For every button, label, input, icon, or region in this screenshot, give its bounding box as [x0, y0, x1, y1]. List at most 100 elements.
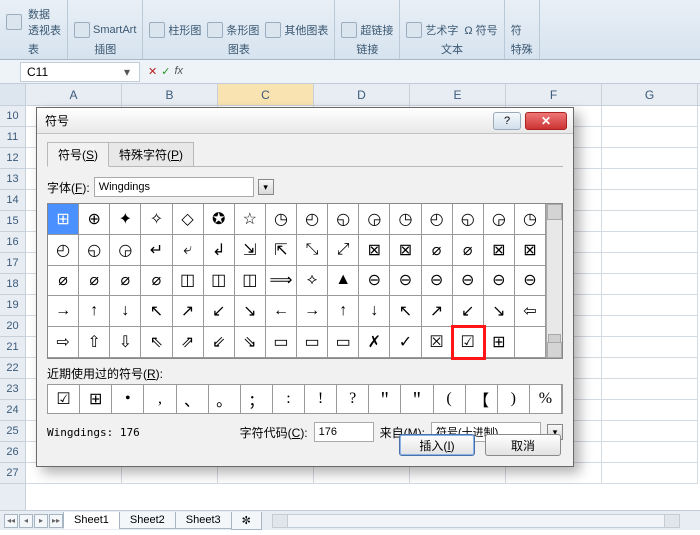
char-cell[interactable]: ⟹ — [266, 266, 297, 297]
name-box[interactable]: C11 ▾ — [20, 62, 140, 82]
tab-special-chars[interactable]: 特殊字符(P) — [108, 142, 194, 167]
row-header[interactable]: 17 — [0, 253, 25, 274]
row-header[interactable]: 21 — [0, 337, 25, 358]
char-cell[interactable]: ⤶ — [173, 235, 204, 266]
prev-tab-button[interactable]: ◂ — [19, 514, 33, 528]
recent-char[interactable]: ) — [498, 385, 530, 413]
cell[interactable] — [602, 379, 698, 400]
char-cell[interactable]: ◴ — [422, 204, 453, 235]
char-cell[interactable]: ⊠ — [484, 235, 515, 266]
char-cell[interactable]: ↙ — [204, 296, 235, 327]
char-cell[interactable]: ⇗ — [173, 327, 204, 358]
char-cell[interactable]: ▭ — [297, 327, 328, 358]
char-cell[interactable]: ⤢ — [328, 235, 359, 266]
char-cell[interactable]: ▭ — [328, 327, 359, 358]
cell[interactable] — [602, 274, 698, 295]
char-cell[interactable]: ⇖ — [141, 327, 172, 358]
sheet-tab-2[interactable]: Sheet2 — [119, 512, 176, 529]
cancel-icon[interactable]: ✕ — [148, 65, 157, 78]
row-header[interactable]: 20 — [0, 316, 25, 337]
char-cell[interactable]: ↓ — [110, 296, 141, 327]
char-cell[interactable]: ⌀ — [110, 266, 141, 297]
fx-icon[interactable]: fx — [174, 65, 183, 78]
tab-symbols[interactable]: 符号(S) — [47, 142, 109, 167]
col-header[interactable]: D — [314, 84, 410, 105]
cell[interactable] — [602, 148, 698, 169]
recent-char[interactable]: ⊞ — [80, 385, 112, 413]
char-cell[interactable]: ↑ — [328, 296, 359, 327]
last-tab-button[interactable]: ▸▸ — [49, 514, 63, 528]
char-cell[interactable]: ↗ — [422, 296, 453, 327]
char-cell[interactable]: ◇ — [173, 204, 204, 235]
char-cell[interactable]: ⌀ — [79, 266, 110, 297]
recent-char[interactable]: : — [273, 385, 305, 413]
cell[interactable] — [602, 358, 698, 379]
col-header[interactable]: F — [506, 84, 602, 105]
char-cell[interactable]: ▲ — [328, 266, 359, 297]
char-cell[interactable]: ◶ — [359, 204, 390, 235]
recent-char[interactable]: 【 — [466, 385, 498, 413]
char-cell[interactable]: ◵ — [328, 204, 359, 235]
char-cell[interactable]: ↵ — [141, 235, 172, 266]
bar-chart-button[interactable]: 条形图 — [207, 22, 259, 38]
sheet-tab-1[interactable]: Sheet1 — [63, 512, 120, 529]
char-cell[interactable] — [515, 327, 546, 358]
symbol-button[interactable]: Ω 符号 — [464, 22, 497, 38]
char-cell[interactable]: ◷ — [390, 204, 421, 235]
char-cell[interactable]: ✪ — [204, 204, 235, 235]
row-header[interactable]: 10 — [0, 106, 25, 127]
col-header[interactable]: B — [122, 84, 218, 105]
char-cell[interactable]: ⌀ — [453, 235, 484, 266]
char-cell[interactable]: ⊠ — [390, 235, 421, 266]
row-header[interactable]: 13 — [0, 169, 25, 190]
row-header[interactable]: 18 — [0, 274, 25, 295]
char-cell[interactable]: ◵ — [453, 204, 484, 235]
char-cell[interactable]: ◴ — [48, 235, 79, 266]
char-cell[interactable]: ✧ — [141, 204, 172, 235]
recent-char[interactable]: % — [530, 385, 562, 413]
recent-char[interactable]: ? — [337, 385, 369, 413]
grid-scrollbar[interactable] — [546, 204, 562, 358]
cell[interactable] — [602, 421, 698, 442]
cell[interactable] — [602, 295, 698, 316]
char-cell[interactable]: ⊞ — [484, 327, 515, 358]
font-select[interactable]: Wingdings — [94, 177, 254, 197]
recent-char[interactable]: ☑ — [48, 385, 80, 413]
char-cell[interactable]: ⊖ — [515, 266, 546, 297]
hyperlink-button[interactable]: 超链接 — [341, 22, 393, 38]
help-button[interactable]: ? — [493, 112, 521, 130]
char-cell[interactable]: ⊖ — [422, 266, 453, 297]
char-cell[interactable]: ⊖ — [390, 266, 421, 297]
char-cell[interactable]: ◷ — [515, 204, 546, 235]
char-cell[interactable]: ◵ — [79, 235, 110, 266]
col-header[interactable]: C — [218, 84, 314, 105]
char-cell[interactable]: ⊖ — [453, 266, 484, 297]
char-cell[interactable]: ⇲ — [235, 235, 266, 266]
sheet-tab-3[interactable]: Sheet3 — [175, 512, 232, 529]
cell[interactable] — [602, 169, 698, 190]
row-header[interactable]: 15 — [0, 211, 25, 232]
char-cell[interactable]: ⇦ — [515, 296, 546, 327]
char-cell[interactable]: ← — [266, 296, 297, 327]
char-cell[interactable]: ▭ — [266, 327, 297, 358]
other-chart-button[interactable]: 其他图表 — [265, 22, 328, 38]
row-header[interactable]: 14 — [0, 190, 25, 211]
char-cell[interactable]: ⊕ — [79, 204, 110, 235]
scroll-thumb[interactable] — [548, 334, 561, 344]
recent-char[interactable]: 。 — [209, 385, 241, 413]
select-all[interactable] — [0, 84, 25, 106]
row-header[interactable]: 12 — [0, 148, 25, 169]
cell[interactable] — [602, 211, 698, 232]
char-cell[interactable]: ◴ — [297, 204, 328, 235]
column-chart-button[interactable]: 柱形图 — [149, 22, 201, 38]
char-cell[interactable]: ⌀ — [141, 266, 172, 297]
row-header[interactable]: 19 — [0, 295, 25, 316]
char-cell[interactable]: ☆ — [235, 204, 266, 235]
char-cell[interactable]: ◶ — [110, 235, 141, 266]
char-cell[interactable]: ↘ — [235, 296, 266, 327]
close-button[interactable]: ✕ — [525, 112, 567, 130]
char-cell[interactable]: ✓ — [390, 327, 421, 358]
char-cell[interactable]: ⊖ — [484, 266, 515, 297]
recent-char[interactable]: , — [144, 385, 176, 413]
char-cell[interactable]: ◫ — [235, 266, 266, 297]
